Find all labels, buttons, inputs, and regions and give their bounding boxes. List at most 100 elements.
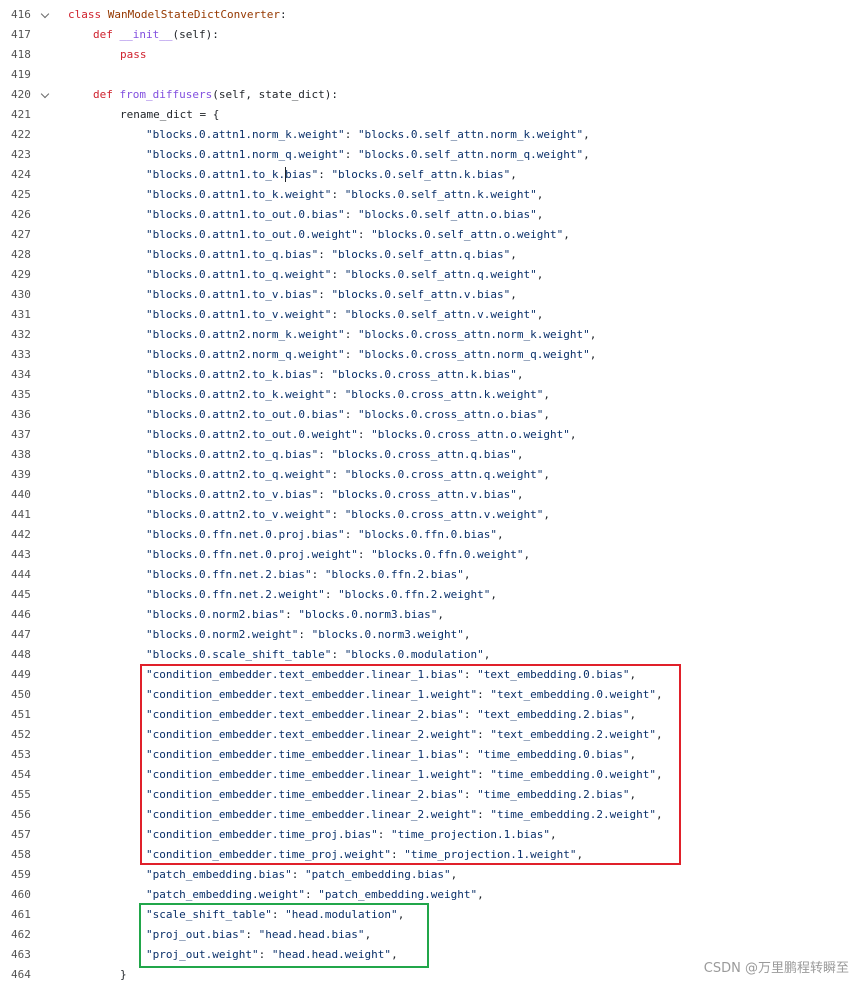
code-line: 462 "proj_out.bias": "head.head.bias",: [0, 925, 855, 945]
code-line: 418 pass: [0, 45, 855, 65]
line-number: 461: [11, 908, 31, 921]
code-line: 423 "blocks.0.attn1.norm_q.weight": "bloc…: [0, 145, 855, 165]
code-token: "blocks.0.self_attn.v.weight": [344, 308, 537, 321]
code-token: :: [318, 288, 332, 301]
code-text: pass: [120, 45, 147, 65]
code-text: "blocks.0.norm2.bias": "blocks.0.norm3.b…: [146, 605, 444, 625]
code-token: ,: [655, 808, 663, 821]
code-token: "time_projection.1.bias": [391, 828, 550, 841]
code-token: }: [120, 968, 127, 981]
code-token: :: [304, 888, 319, 901]
code-line: 422 "blocks.0.attn1.norm_k.weight": "bloc…: [0, 125, 855, 145]
code-token: "blocks.0.attn1.to_q.bias": [146, 248, 319, 261]
code-token: "time_embedding.0.weight": [490, 768, 656, 781]
code-token: :: [377, 828, 392, 841]
code-token: WanModelStateDictConverter: [107, 8, 280, 21]
line-number: 439: [11, 468, 31, 481]
code-line: 456 "condition_embedder.time_embedder.lin…: [0, 805, 855, 825]
code-token: ,: [523, 548, 531, 561]
code-line: 416 class WanModelStateDictConverter:: [0, 5, 855, 25]
code-token: "condition_embedder.text_embedder.linear…: [146, 688, 478, 701]
code-token: ,: [583, 148, 590, 161]
code-token: "blocks.0.ffn.net.2.bias": [146, 568, 312, 581]
code-text: "condition_embedder.time_embedder.linear…: [146, 785, 636, 805]
code-token: ,: [543, 388, 550, 401]
code-text: "blocks.0.attn2.to_v.bias": "blocks.0.cr…: [146, 485, 524, 505]
line-number: 417: [11, 28, 31, 41]
code-token: "blocks.0.cross_attn.k.bias": [331, 368, 517, 381]
code-token: "text_embedding.0.bias": [477, 668, 630, 681]
code-token: :: [391, 848, 405, 861]
code-token: :: [318, 168, 332, 181]
code-text: "condition_embedder.time_proj.bias": "ti…: [146, 825, 557, 845]
code-token: "blocks.0.norm2.weight": [146, 628, 299, 641]
code-text: "patch_embedding.weight": "patch_embeddi…: [146, 885, 484, 905]
code-line: 449 "condition_embedder.text_embedder.lin…: [0, 665, 855, 685]
code-line: 454 "condition_embedder.time_embedder.lin…: [0, 765, 855, 785]
line-number: 434: [11, 368, 31, 381]
code-token: :: [357, 428, 372, 441]
code-token: "blocks.0.ffn.0.bias": [357, 528, 498, 541]
line-number: 442: [11, 528, 31, 541]
code-token: :: [477, 728, 491, 741]
code-line: 441 "blocks.0.attn2.to_v.weight": "blocks…: [0, 505, 855, 525]
code-token: "patch_embedding.bias": [304, 868, 451, 881]
code-line: 461 "scale_shift_table": "head.modulation…: [0, 905, 855, 925]
code-token: ,: [510, 168, 517, 181]
line-number: 421: [11, 108, 31, 121]
code-token: "blocks.0.self_attn.v.bias": [331, 288, 511, 301]
code-token: "blocks.0.attn1.to_out.0.weight": [146, 228, 358, 241]
code-line: 440 "blocks.0.attn2.to_v.bias": "blocks.0…: [0, 485, 855, 505]
code-token: "blocks.0.attn1.to_k.weight": [146, 188, 332, 201]
code-token: :: [463, 708, 478, 721]
code-line: 425 "blocks.0.attn1.to_k.weight": "blocks…: [0, 185, 855, 205]
code-token: :: [344, 408, 358, 421]
code-text: "blocks.0.attn2.to_q.bias": "blocks.0.cr…: [146, 445, 524, 465]
code-line: 437 "blocks.0.attn2.to_out.0.weight": "bl…: [0, 425, 855, 445]
code-token: :: [344, 528, 358, 541]
line-number: 429: [11, 268, 31, 281]
code-token: from_diffusers: [119, 88, 213, 101]
code-text: }: [120, 965, 127, 985]
code-token: "condition_embedder.text_embedder.linear…: [146, 668, 464, 681]
code-token: ,: [391, 948, 398, 961]
code-token: pass: [120, 48, 147, 61]
code-line: 453 "condition_embedder.time_embedder.lin…: [0, 745, 855, 765]
code-token: "blocks.0.attn1.norm_q.weight": [146, 148, 345, 161]
code-text: "blocks.0.attn1.to_k.weight": "blocks.0.…: [146, 185, 543, 205]
code-token: "blocks.0.cross_attn.o.weight": [371, 428, 570, 441]
code-token: "blocks.0.cross_attn.v.weight": [344, 508, 544, 521]
code-line: 455 "condition_embedder.time_embedder.lin…: [0, 785, 855, 805]
line-number: 425: [11, 188, 31, 201]
code-line: 433 "blocks.0.attn2.norm_q.weight": "bloc…: [0, 345, 855, 365]
code-token: "blocks.0.cross_attn.norm_q.weight": [357, 348, 590, 361]
code-token: "condition_embedder.time_embedder.linear…: [146, 748, 464, 761]
code-text: class WanModelStateDictConverter:: [68, 5, 287, 25]
code-token: ,: [543, 508, 550, 521]
code-token: "blocks.0.ffn.0.weight": [371, 548, 524, 561]
code-line: 427 "blocks.0.attn1.to_out.0.weight": "bl…: [0, 225, 855, 245]
code-token: ,: [510, 248, 517, 261]
fold-chevron-icon[interactable]: [40, 5, 52, 25]
code-token: :: [298, 628, 312, 641]
code-token: "blocks.0.norm2.bias": [146, 608, 286, 621]
code-token: :: [331, 188, 345, 201]
line-number: 426: [11, 208, 31, 221]
line-number: 457: [11, 828, 31, 841]
fold-chevron-icon[interactable]: [40, 85, 52, 105]
line-number: 433: [11, 348, 31, 361]
code-token: "blocks.0.attn2.to_out.0.bias": [146, 408, 345, 421]
code-token: ,: [536, 308, 544, 321]
line-number: 464: [11, 968, 31, 981]
line-number: 452: [11, 728, 31, 741]
code-line: 436 "blocks.0.attn2.to_out.0.bias": "bloc…: [0, 405, 855, 425]
code-text: "blocks.0.ffn.net.2.bias": "blocks.0.ffn…: [146, 565, 471, 585]
code-token: class: [68, 8, 108, 21]
code-token: "time_embedding.2.weight": [490, 808, 656, 821]
code-token: :: [245, 928, 259, 941]
code-text: "proj_out.bias": "head.head.bias",: [146, 925, 371, 945]
code-token: :: [477, 768, 491, 781]
code-line: 428 "blocks.0.attn1.to_q.bias": "blocks.0…: [0, 245, 855, 265]
code-token: ,: [516, 488, 524, 501]
code-token: "blocks.0.attn2.norm_q.weight": [146, 348, 345, 361]
